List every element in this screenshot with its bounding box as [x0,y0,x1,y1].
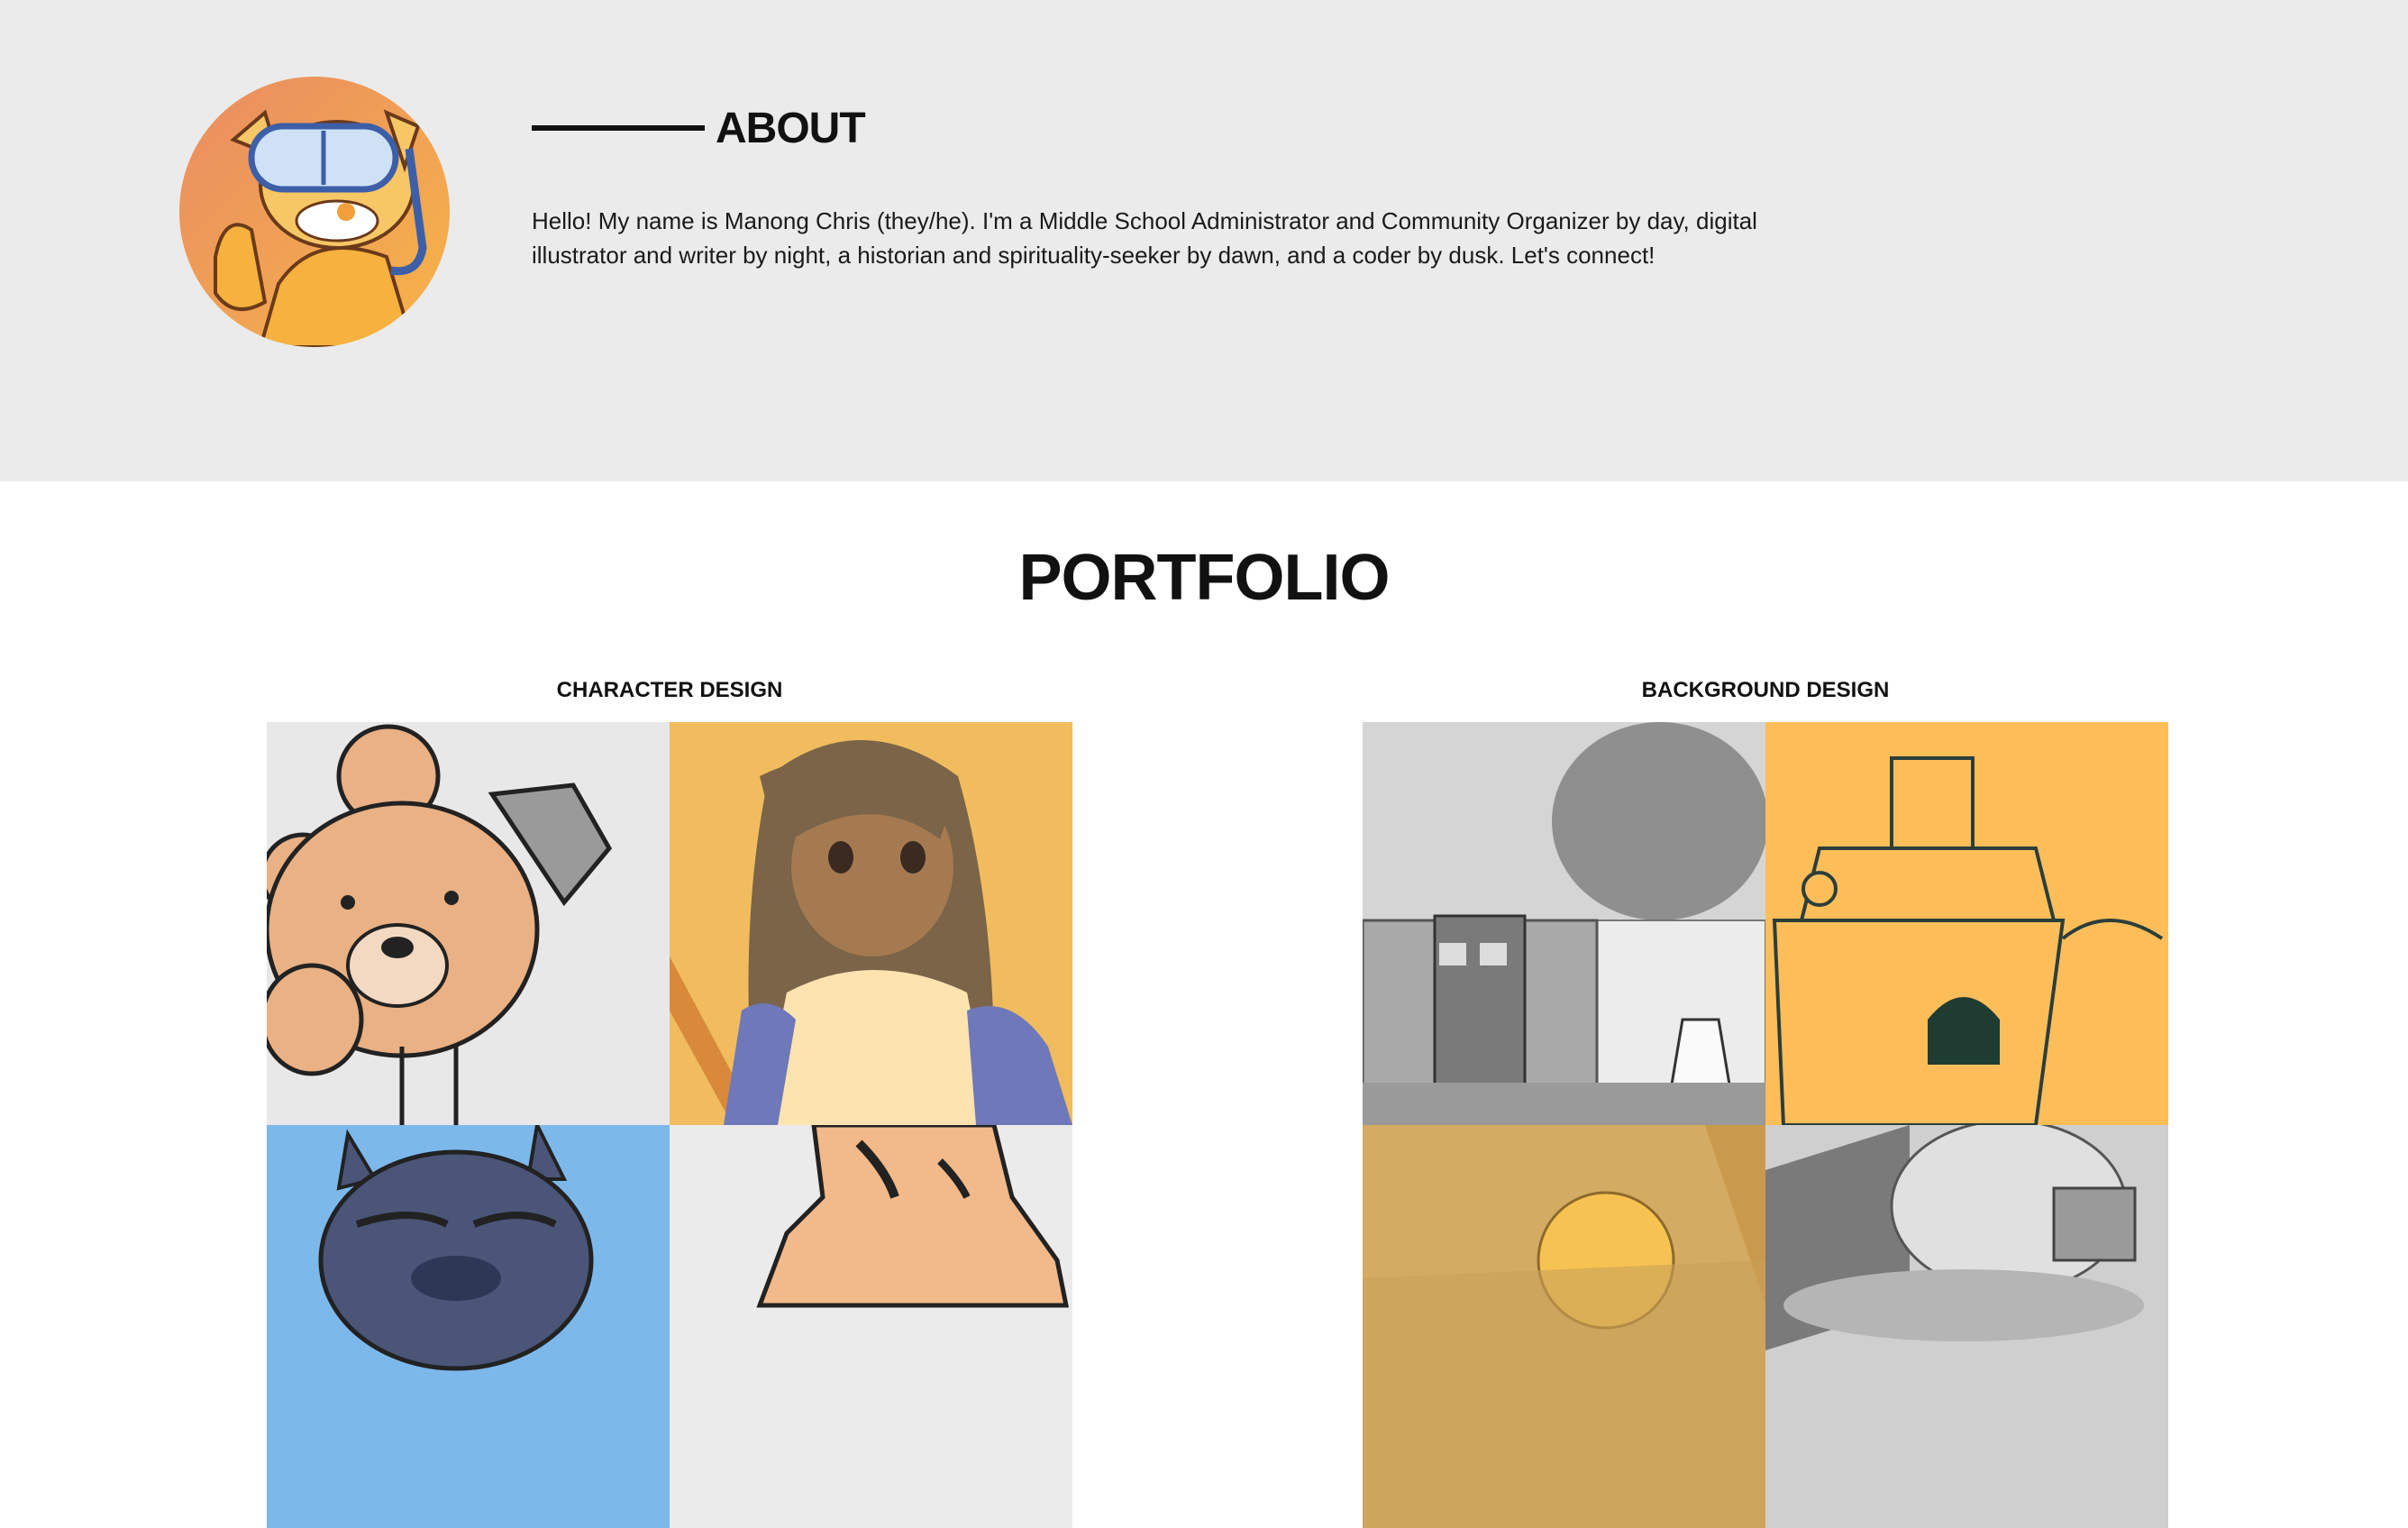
wolf-character-icon [267,1125,670,1528]
cartoon-cat-avatar-icon [179,77,450,347]
sand-castle-icon [1765,722,2168,1125]
character-tile-girl[interactable] [670,722,1072,1125]
heading-rule [532,125,705,131]
about-title: ABOUT [716,104,866,152]
character-tile-bear[interactable] [267,722,670,1125]
character-tile-wolf[interactable] [267,1125,670,1528]
sunset-scene-icon [1363,1125,1765,1528]
character-tile-fox[interactable] [670,1125,1072,1528]
bear-character-icon [267,722,670,1125]
background-tile-schoolyard[interactable] [1363,722,1765,1125]
about-section: ABOUT Hello! My name is Manong Chris (th… [0,0,2408,481]
fox-character-icon [670,1125,1072,1528]
background-tile-castle[interactable] [1765,722,2168,1125]
background-tile-aquarium[interactable] [1765,1125,2168,1528]
avatar [179,77,450,347]
girl-character-icon [670,722,1072,1125]
aquarium-room-icon [1765,1125,2168,1528]
portfolio-title: PORTFOLIO [1018,542,1391,614]
about-text: Hello! My name is Manong Chris (they/he)… [532,207,1757,269]
schoolyard-fence-icon [1363,722,1765,1125]
about-heading: ABOUT [532,101,866,155]
background-tile-sunset[interactable] [1363,1125,1765,1528]
category-label-character-design: CHARACTER DESIGN [556,678,783,702]
category-label-background-design: BACKGROUND DESIGN [1641,678,1890,702]
